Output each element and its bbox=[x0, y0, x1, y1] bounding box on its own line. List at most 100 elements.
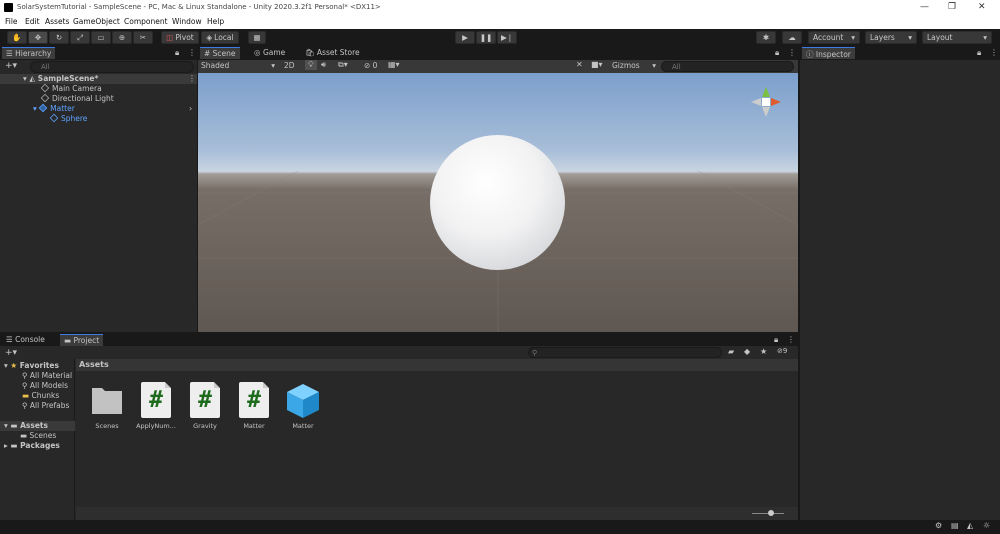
list-item[interactable]: ⚲ All Material bbox=[22, 371, 72, 380]
step-button[interactable]: ▶❘ bbox=[497, 31, 517, 44]
menu-dots-icon[interactable]: ⋮ bbox=[788, 48, 796, 57]
filter-type-icon[interactable]: ▰ bbox=[728, 347, 734, 356]
rect-tool-icon[interactable]: ▭ bbox=[91, 31, 111, 44]
asset-item[interactable]: # Matter bbox=[229, 382, 279, 430]
asset-item[interactable]: # Gravity bbox=[180, 382, 230, 430]
tab-hierarchy[interactable]: ☰ Hierarchy bbox=[2, 47, 56, 59]
filter-label-icon[interactable]: ◆ bbox=[744, 347, 750, 356]
menu-file[interactable]: File bbox=[5, 17, 18, 26]
zoom-slider-thumb[interactable] bbox=[768, 510, 774, 516]
audio-toggle-icon[interactable]: 🔊︎ bbox=[321, 60, 326, 70]
item-label: Matter bbox=[50, 104, 75, 113]
gizmos-dropdown[interactable]: Gizmos ▾ bbox=[612, 61, 656, 70]
list-item[interactable]: Directional Light bbox=[40, 93, 114, 103]
layout-dropdown[interactable]: Layout ▾ bbox=[922, 31, 992, 44]
rotate-tool-icon[interactable]: ↻ bbox=[49, 31, 69, 44]
list-item[interactable]: ⚲ All Prefabs bbox=[22, 401, 69, 410]
tab-asset-store[interactable]: 🛍︎ Asset Store bbox=[301, 47, 364, 59]
hand-tool-icon[interactable]: ✋ bbox=[7, 31, 27, 44]
2d-toggle[interactable]: 2D bbox=[284, 61, 295, 70]
play-button[interactable]: ▶ bbox=[455, 31, 475, 44]
asset-item[interactable]: Matter bbox=[278, 382, 328, 430]
menu-component[interactable]: Component bbox=[124, 17, 168, 26]
pause-button[interactable]: ❚❚ bbox=[476, 31, 496, 44]
scene-search-input[interactable]: All bbox=[661, 61, 794, 72]
scene-viewport[interactable] bbox=[198, 73, 798, 332]
tab-inspector[interactable]: ⓘ Inspector bbox=[802, 47, 855, 59]
close-button[interactable]: ✕ bbox=[978, 2, 986, 12]
menu-edit[interactable]: Edit bbox=[25, 17, 40, 26]
scene-root-item[interactable]: ▾ ◭ SampleScene* bbox=[23, 74, 98, 83]
scale-tool-icon[interactable]: ⤢ bbox=[70, 31, 90, 44]
progress-icon[interactable]: ⚙ bbox=[935, 521, 942, 530]
tab-console[interactable]: ☰ Console bbox=[2, 334, 49, 346]
tab-game[interactable]: ◎ Game bbox=[250, 47, 289, 59]
move-tool-icon[interactable]: ✥ bbox=[28, 31, 48, 44]
assets-folder[interactable]: ▾ ▬ Assets bbox=[4, 421, 48, 430]
lock-icon[interactable]: 🔒︎ bbox=[775, 48, 779, 58]
pivot-toggle[interactable]: ◫ Pivot bbox=[161, 31, 199, 44]
lighting-icon[interactable]: ☼ bbox=[983, 521, 990, 530]
custom-tool-icon[interactable]: ✂ bbox=[133, 31, 153, 44]
item-label: All Material bbox=[29, 371, 73, 380]
list-item[interactable]: Main Camera bbox=[40, 83, 102, 93]
asset-item[interactable]: # ApplyNum... bbox=[131, 382, 181, 430]
scene-gizmo-icon[interactable] bbox=[741, 77, 791, 127]
favorite-star-icon[interactable]: ★ bbox=[760, 347, 767, 356]
grid-dropdown-icon[interactable]: ▦▾ bbox=[388, 60, 400, 69]
scenes-folder[interactable]: ▬ Scenes bbox=[20, 431, 56, 440]
list-item[interactable]: ▬ Chunks bbox=[22, 391, 59, 400]
project-footer bbox=[76, 507, 798, 520]
scene-icon[interactable]: ◭ bbox=[967, 521, 973, 530]
minimize-button[interactable]: — bbox=[920, 2, 929, 12]
asset-label: Matter bbox=[292, 422, 314, 430]
lock-icon[interactable]: 🔒︎ bbox=[774, 335, 778, 345]
menu-window[interactable]: Window bbox=[172, 17, 202, 26]
list-item[interactable]: ▾ Matter bbox=[33, 103, 75, 113]
sphere-object[interactable] bbox=[430, 135, 565, 270]
menu-dots-icon[interactable]: ⋮ bbox=[188, 48, 196, 57]
menu-dots-icon[interactable]: ⋮ bbox=[787, 335, 795, 344]
lock-icon[interactable]: 🔒︎ bbox=[175, 48, 179, 58]
asset-label: Matter bbox=[243, 422, 265, 430]
item-label: Sphere bbox=[61, 114, 88, 123]
project-tabbar: ☰ Console ▬ Project 🔒︎ ⋮ bbox=[0, 334, 798, 346]
project-search-input[interactable]: ⚲ bbox=[528, 347, 722, 358]
account-dropdown[interactable]: Account ▾ bbox=[808, 31, 860, 44]
chevron-right-icon[interactable]: › bbox=[189, 104, 192, 113]
maximize-button[interactable]: ❐ bbox=[948, 2, 956, 12]
list-item[interactable]: ⚲ All Models bbox=[22, 381, 68, 390]
hidden-packages-toggle[interactable]: ⊘9 bbox=[777, 347, 787, 355]
transform-tool-icon[interactable]: ⊕ bbox=[112, 31, 132, 44]
debug-icon[interactable]: ▤ bbox=[951, 521, 959, 530]
favorites-folder[interactable]: ▾ ★ Favorites bbox=[4, 361, 59, 370]
layers-dropdown[interactable]: Layers ▾ bbox=[865, 31, 917, 44]
tab-project[interactable]: ▬ Project bbox=[60, 334, 104, 346]
menu-gameobject[interactable]: GameObject bbox=[73, 17, 120, 26]
breadcrumb-assets[interactable]: Assets bbox=[79, 360, 109, 369]
packages-folder[interactable]: ▸ ▬ Packages bbox=[4, 441, 60, 450]
list-item[interactable]: Sphere bbox=[49, 113, 88, 123]
menu-dots-icon[interactable]: ⋮ bbox=[990, 48, 998, 57]
effects-dropdown-icon[interactable]: ⧉▾ bbox=[338, 60, 348, 70]
lighting-toggle-icon[interactable]: 💡︎ bbox=[305, 60, 317, 70]
hierarchy-search-input[interactable]: All bbox=[30, 61, 194, 73]
grid-snap-icon[interactable]: ▦ bbox=[248, 31, 266, 44]
cloud-icon[interactable]: ☁ bbox=[782, 31, 802, 44]
hidden-objects-toggle[interactable]: ⊘ 0 bbox=[364, 61, 377, 70]
scene-menu-icon[interactable]: ⋮ bbox=[188, 74, 196, 83]
lock-icon[interactable]: 🔒︎ bbox=[977, 48, 981, 58]
project-panel: ☰ Console ▬ Project 🔒︎ ⋮ +▾ ⚲ ▰ ◆ ★ ⊘9 ▾… bbox=[0, 334, 798, 520]
menu-assets[interactable]: Assets bbox=[45, 17, 69, 26]
shading-dropdown[interactable]: Shaded ▾ bbox=[201, 61, 275, 70]
collab-icon[interactable]: ✱ bbox=[756, 31, 776, 44]
asset-item[interactable]: Scenes bbox=[82, 382, 132, 430]
local-toggle[interactable]: ◈ Local bbox=[201, 31, 239, 44]
tools-icon[interactable]: ✕ bbox=[576, 60, 583, 69]
prefab-cube-icon bbox=[287, 384, 319, 418]
camera-dropdown-icon[interactable]: ■▾ bbox=[591, 60, 603, 69]
tab-scene[interactable]: # Scene bbox=[200, 47, 240, 59]
add-object-button[interactable]: +▾ bbox=[5, 61, 17, 71]
menu-help[interactable]: Help bbox=[207, 17, 224, 26]
create-asset-button[interactable]: +▾ bbox=[5, 348, 17, 358]
